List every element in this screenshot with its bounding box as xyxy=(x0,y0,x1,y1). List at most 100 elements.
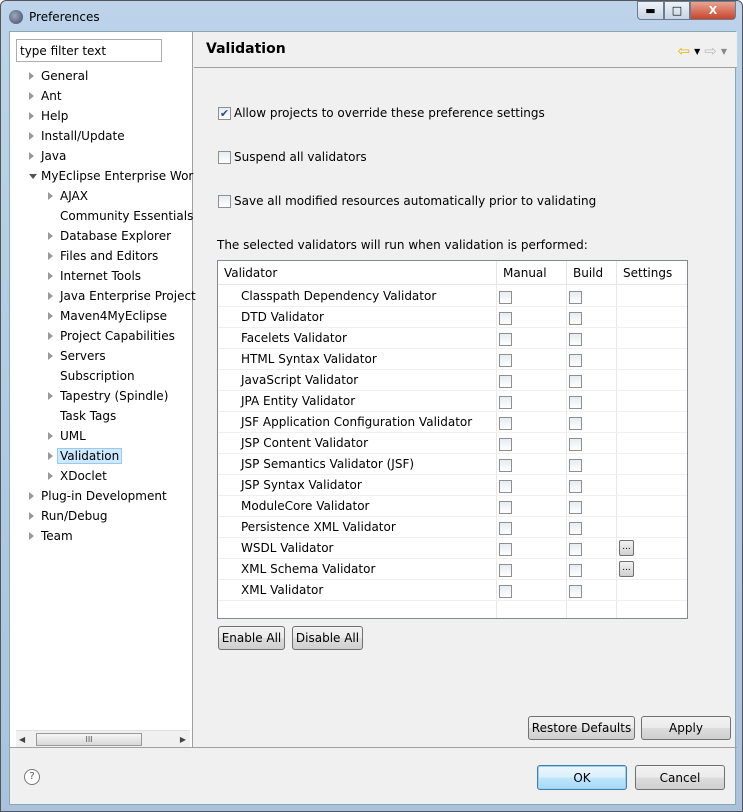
tree-item[interactable]: Subscription xyxy=(60,366,135,386)
collapsed-arrow-icon[interactable] xyxy=(29,72,34,80)
tree-item[interactable]: Files and Editors xyxy=(48,246,158,266)
maximize-button[interactable]: □ xyxy=(664,1,690,20)
column-header-validator[interactable]: Validator xyxy=(218,261,497,285)
tree-item[interactable]: Java xyxy=(29,146,66,166)
scrollbar-thumb[interactable]: III xyxy=(36,733,142,746)
table-row[interactable]: JPA Entity Validator xyxy=(218,391,687,412)
scroll-left-icon[interactable]: ◀ xyxy=(19,735,25,744)
back-dropdown-icon[interactable]: ▼ xyxy=(694,47,700,56)
validator-name: JSP Content Validator xyxy=(241,436,368,450)
table-row[interactable]: XML Validator xyxy=(218,580,687,601)
column-header-build[interactable]: Build xyxy=(567,261,617,285)
ok-button[interactable]: OK xyxy=(537,765,627,790)
forward-dropdown-icon[interactable]: ▼ xyxy=(721,47,727,56)
tree-item[interactable]: Plug-in Development xyxy=(29,486,167,506)
table-row[interactable]: JavaScript Validator xyxy=(218,370,687,391)
back-arrow-icon[interactable]: ⇦ xyxy=(678,42,691,60)
collapsed-arrow-icon[interactable] xyxy=(29,492,34,500)
tree-item[interactable]: Java Enterprise Project xyxy=(48,286,196,306)
settings-button[interactable]: ... xyxy=(619,561,634,577)
title-bar: Preferences xyxy=(9,7,100,27)
tree-item[interactable]: Database Explorer xyxy=(48,226,171,246)
tree-item[interactable]: Maven4MyEclipse xyxy=(48,306,167,326)
option-checkbox[interactable]: ✔ Allow projects to override these prefer… xyxy=(218,106,545,120)
tree-item-label: General xyxy=(41,69,89,83)
enable-all-button[interactable]: Enable All xyxy=(218,626,285,650)
collapsed-arrow-icon[interactable] xyxy=(29,152,34,160)
option-checkbox[interactable]: Suspend all validators xyxy=(218,150,367,164)
table-row[interactable]: DTD Validator xyxy=(218,307,687,328)
tree-item[interactable]: Run/Debug xyxy=(29,506,108,526)
table-row[interactable]: HTML Syntax Validator xyxy=(218,349,687,370)
column-header-manual[interactable]: Manual xyxy=(497,261,567,285)
filter-input[interactable] xyxy=(16,39,162,62)
collapsed-arrow-icon[interactable] xyxy=(48,472,53,480)
collapsed-arrow-icon[interactable] xyxy=(29,112,34,120)
tree-item[interactable]: Project Capabilities xyxy=(48,326,175,346)
table-row[interactable]: Classpath Dependency Validator xyxy=(218,286,687,307)
tree-item[interactable]: AJAX xyxy=(48,186,88,206)
table-row[interactable]: XML Schema Validator... xyxy=(218,559,687,580)
table-row[interactable]: JSP Semantics Validator (JSF) xyxy=(218,454,687,475)
tree-item[interactable]: Internet Tools xyxy=(48,266,141,286)
scroll-right-icon[interactable]: ▶ xyxy=(180,735,186,744)
tree-horizontal-scrollbar[interactable]: ◀ III ▶ xyxy=(16,730,190,747)
tree-item-label: Servers xyxy=(60,349,106,363)
forward-arrow-icon[interactable]: ⇨ xyxy=(704,42,717,60)
option-checkbox[interactable]: Save all modified resources automaticall… xyxy=(218,194,596,208)
table-row[interactable]: JSP Syntax Validator xyxy=(218,475,687,496)
collapsed-arrow-icon[interactable] xyxy=(48,292,53,300)
collapsed-arrow-icon[interactable] xyxy=(48,332,53,340)
tree-item[interactable]: Tapestry (Spindle) xyxy=(48,386,168,406)
tree-item[interactable]: Ant xyxy=(29,86,62,106)
cancel-button[interactable]: Cancel xyxy=(635,765,725,790)
collapsed-arrow-icon[interactable] xyxy=(48,352,53,360)
collapsed-arrow-icon[interactable] xyxy=(29,92,34,100)
table-row[interactable]: JSF Application Configuration Validator xyxy=(218,412,687,433)
collapsed-arrow-icon[interactable] xyxy=(29,132,34,140)
collapsed-arrow-icon[interactable] xyxy=(48,232,53,240)
checkbox[interactable] xyxy=(218,194,231,208)
collapsed-arrow-icon[interactable] xyxy=(48,452,53,460)
collapsed-arrow-icon[interactable] xyxy=(29,512,34,520)
tree-item-label: UML xyxy=(60,429,86,443)
collapsed-arrow-icon[interactable] xyxy=(48,272,53,280)
collapsed-arrow-icon[interactable] xyxy=(48,432,53,440)
tree-item[interactable]: XDoclet xyxy=(48,466,107,486)
tree-item[interactable]: Help xyxy=(29,106,69,126)
table-row[interactable]: WSDL Validator... xyxy=(218,538,687,559)
restore-defaults-button[interactable]: Restore Defaults xyxy=(528,716,635,740)
collapsed-arrow-icon[interactable] xyxy=(29,532,34,540)
manual-checkbox[interactable] xyxy=(499,584,512,605)
checkbox[interactable] xyxy=(218,150,231,164)
tree-item-label: Help xyxy=(41,109,69,123)
disable-all-button[interactable]: Disable All xyxy=(292,626,363,650)
minimize-button[interactable]: ▬ xyxy=(637,1,664,20)
help-icon[interactable]: ? xyxy=(24,769,40,785)
expanded-arrow-icon[interactable] xyxy=(29,174,37,179)
table-row[interactable]: ModuleCore Validator xyxy=(218,496,687,517)
collapsed-arrow-icon[interactable] xyxy=(48,392,53,400)
table-row[interactable]: Persistence XML Validator xyxy=(218,517,687,538)
settings-button[interactable]: ... xyxy=(619,540,634,556)
table-row[interactable]: Facelets Validator xyxy=(218,328,687,349)
tree-item[interactable]: Install/Update xyxy=(29,126,125,146)
column-header-settings[interactable]: Settings xyxy=(617,261,687,285)
tree-item[interactable]: Team xyxy=(29,526,73,546)
apply-button[interactable]: Apply xyxy=(641,716,731,740)
tree-item[interactable]: MyEclipse Enterprise Wor xyxy=(29,166,193,186)
collapsed-arrow-icon[interactable] xyxy=(48,312,53,320)
tree-item[interactable]: Servers xyxy=(48,346,106,366)
tree-item[interactable]: Community Essentials xyxy=(60,206,193,226)
close-button[interactable]: X xyxy=(690,1,736,20)
checkbox[interactable]: ✔ xyxy=(218,106,231,120)
table-row[interactable]: JSP Content Validator xyxy=(218,433,687,454)
validator-name: ModuleCore Validator xyxy=(241,499,370,513)
tree-item[interactable]: UML xyxy=(48,426,86,446)
collapsed-arrow-icon[interactable] xyxy=(48,192,53,200)
collapsed-arrow-icon[interactable] xyxy=(48,252,53,260)
tree-item[interactable]: Validation xyxy=(48,446,123,466)
tree-item[interactable]: Task Tags xyxy=(60,406,116,426)
tree-item[interactable]: General xyxy=(29,66,89,86)
build-checkbox[interactable] xyxy=(569,584,582,605)
